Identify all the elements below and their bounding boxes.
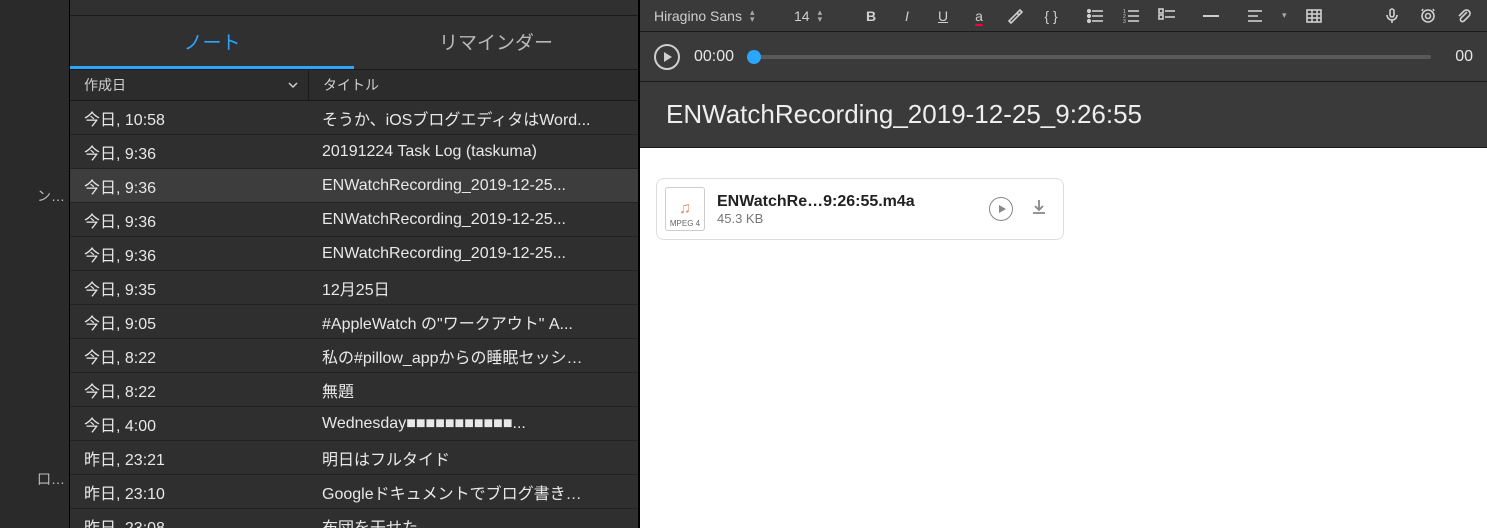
note-row-title: ENWatchRecording_2019-12-25... [308, 177, 638, 195]
note-title[interactable]: ENWatchRecording_2019-12-25_9:26:55 [666, 99, 1142, 130]
format-toolbar: Hiragino Sans ▴▾ 14 ▴▾ B I U a { } [640, 0, 1487, 32]
seek-slider[interactable] [754, 55, 1431, 59]
note-row-title: 12月25日 [308, 276, 638, 300]
audio-player: 00:00 00 [640, 32, 1487, 82]
download-icon[interactable] [1029, 197, 1049, 222]
total-time: 00 [1445, 48, 1473, 66]
note-row[interactable]: 今日, 9:36ENWatchRecording_2019-12-25... [70, 203, 638, 237]
note-body[interactable]: ♫ MPEG 4 ENWatchRe…9:26:55.m4a 45.3 KB [640, 148, 1487, 528]
nav-item-1[interactable]: ン… [37, 186, 65, 206]
column-header-title[interactable]: タイトル [309, 75, 638, 95]
attachment-thumbnail: ♫ MPEG 4 [665, 187, 705, 231]
bullet-list-button[interactable] [1086, 7, 1104, 25]
note-row-title: ENWatchRecording_2019-12-25... [308, 211, 638, 229]
seek-knob[interactable] [747, 50, 761, 64]
play-button[interactable] [654, 44, 680, 70]
tab-reminders[interactable]: リマインダー [354, 16, 638, 66]
note-row-date: 今日, 9:36 [70, 174, 308, 198]
code-block-button[interactable]: { } [1042, 7, 1060, 25]
note-row-title: 布団を干せた [308, 514, 638, 528]
highlight-button[interactable] [1006, 7, 1024, 25]
note-row-date: 今日, 9:36 [70, 242, 308, 266]
chevron-down-icon [288, 77, 298, 93]
note-row-title: #AppleWatch の"ワークアウト" A... [308, 310, 638, 334]
note-row-date: 今日, 8:22 [70, 378, 308, 402]
note-row-date: 今日, 4:00 [70, 412, 308, 436]
note-row[interactable]: 今日, 9:3512月25日 [70, 271, 638, 305]
attachment-icon[interactable] [1455, 7, 1473, 25]
note-row-date: 今日, 10:58 [70, 106, 308, 130]
note-row-date: 昨日, 23:08 [70, 514, 308, 528]
left-nav-sliver: ン… 口… [0, 0, 70, 528]
note-row-date: 昨日, 23:10 [70, 480, 308, 504]
note-row[interactable]: 昨日, 23:10Googleドキュメントでブログ書き… [70, 475, 638, 509]
note-row-date: 今日, 9:05 [70, 310, 308, 334]
checklist-button[interactable] [1158, 7, 1176, 25]
font-name: Hiragino Sans [654, 8, 742, 24]
note-row-title: 無題 [308, 378, 638, 402]
note-row[interactable]: 今日, 8:22私の#pillow_appからの睡眠セッシ… [70, 339, 638, 373]
bold-button[interactable]: B [862, 7, 880, 25]
play-icon [664, 52, 672, 62]
italic-button[interactable]: I [898, 7, 916, 25]
note-row[interactable]: 昨日, 23:08布団を干せた [70, 509, 638, 528]
underline-button[interactable]: U [934, 7, 952, 25]
note-row-date: 昨日, 23:21 [70, 446, 308, 470]
current-time: 00:00 [694, 48, 740, 66]
font-size-value: 14 [794, 8, 810, 24]
music-note-icon: ♫ [679, 200, 691, 218]
align-button[interactable] [1246, 7, 1264, 25]
note-row-date: 今日, 9:35 [70, 276, 308, 300]
play-icon [999, 205, 1006, 213]
font-picker[interactable]: Hiragino Sans ▴▾ [654, 8, 784, 24]
column-header-created[interactable]: 作成日 [70, 75, 308, 95]
note-row[interactable]: 今日, 9:36ENWatchRecording_2019-12-25... [70, 169, 638, 203]
note-row[interactable]: 昨日, 23:21明日はフルタイド [70, 441, 638, 475]
note-row[interactable]: 今日, 8:22無題 [70, 373, 638, 407]
note-row-date: 今日, 9:36 [70, 140, 308, 164]
note-row-date: 今日, 8:22 [70, 344, 308, 368]
note-row-title: Googleドキュメントでブログ書き… [308, 480, 638, 504]
note-row[interactable]: 今日, 4:00Wednesday■■■■■■■■■■■... [70, 407, 638, 441]
column-header-created-label: 作成日 [84, 75, 126, 95]
horizontal-rule-button[interactable] [1202, 7, 1220, 25]
chevron-down-icon: ▾ [1282, 10, 1287, 21]
table-button[interactable] [1305, 7, 1323, 25]
nav-item-2[interactable]: 口… [37, 469, 65, 489]
note-row-title: 20191224 Task Log (taskuma) [308, 143, 638, 161]
camera-icon[interactable] [1419, 7, 1437, 25]
numbered-list-button[interactable]: 123 [1122, 7, 1140, 25]
font-size-picker[interactable]: 14 ▴▾ [794, 8, 836, 24]
note-row[interactable]: 今日, 9:05#AppleWatch の"ワークアウト" A... [70, 305, 638, 339]
detail-panel: Hiragino Sans ▴▾ 14 ▴▾ B I U a { } [640, 0, 1487, 528]
attachment-filename: ENWatchRe…9:26:55.m4a [717, 193, 977, 211]
svg-text:3: 3 [1123, 19, 1126, 25]
size-stepper-icon[interactable]: ▴▾ [818, 9, 823, 23]
attachment-filesize: 45.3 KB [717, 211, 977, 226]
text-color-button[interactable]: a [970, 7, 988, 25]
note-row[interactable]: 今日, 9:36ENWatchRecording_2019-12-25... [70, 237, 638, 271]
microphone-icon[interactable] [1383, 7, 1401, 25]
tab-notes[interactable]: ノート [70, 16, 354, 66]
attachment-format: MPEG 4 [670, 219, 700, 228]
note-row-title: そうか、iOSブログエディタはWord... [308, 106, 638, 130]
note-row-title: 私の#pillow_appからの睡眠セッシ… [308, 344, 638, 368]
note-row-date: 今日, 9:36 [70, 208, 308, 232]
note-row[interactable]: 今日, 10:58そうか、iOSブログエディタはWord... [70, 101, 638, 135]
top-spacer [70, 0, 638, 16]
attachment-play-button[interactable] [989, 197, 1013, 221]
note-list-panel: ノート リマインダー 作成日 タイトル 今日, 10:58そうか、iOSブログエ… [70, 0, 640, 528]
audio-attachment: ♫ MPEG 4 ENWatchRe…9:26:55.m4a 45.3 KB [656, 178, 1064, 240]
note-rows: 今日, 10:58そうか、iOSブログエディタはWord...今日, 9:362… [70, 101, 638, 528]
note-row-title: Wednesday■■■■■■■■■■■... [308, 415, 638, 433]
note-row-title: 明日はフルタイド [308, 446, 638, 470]
note-row[interactable]: 今日, 9:3620191224 Task Log (taskuma) [70, 135, 638, 169]
font-stepper-icon[interactable]: ▴▾ [750, 9, 755, 23]
note-row-title: ENWatchRecording_2019-12-25... [308, 245, 638, 263]
